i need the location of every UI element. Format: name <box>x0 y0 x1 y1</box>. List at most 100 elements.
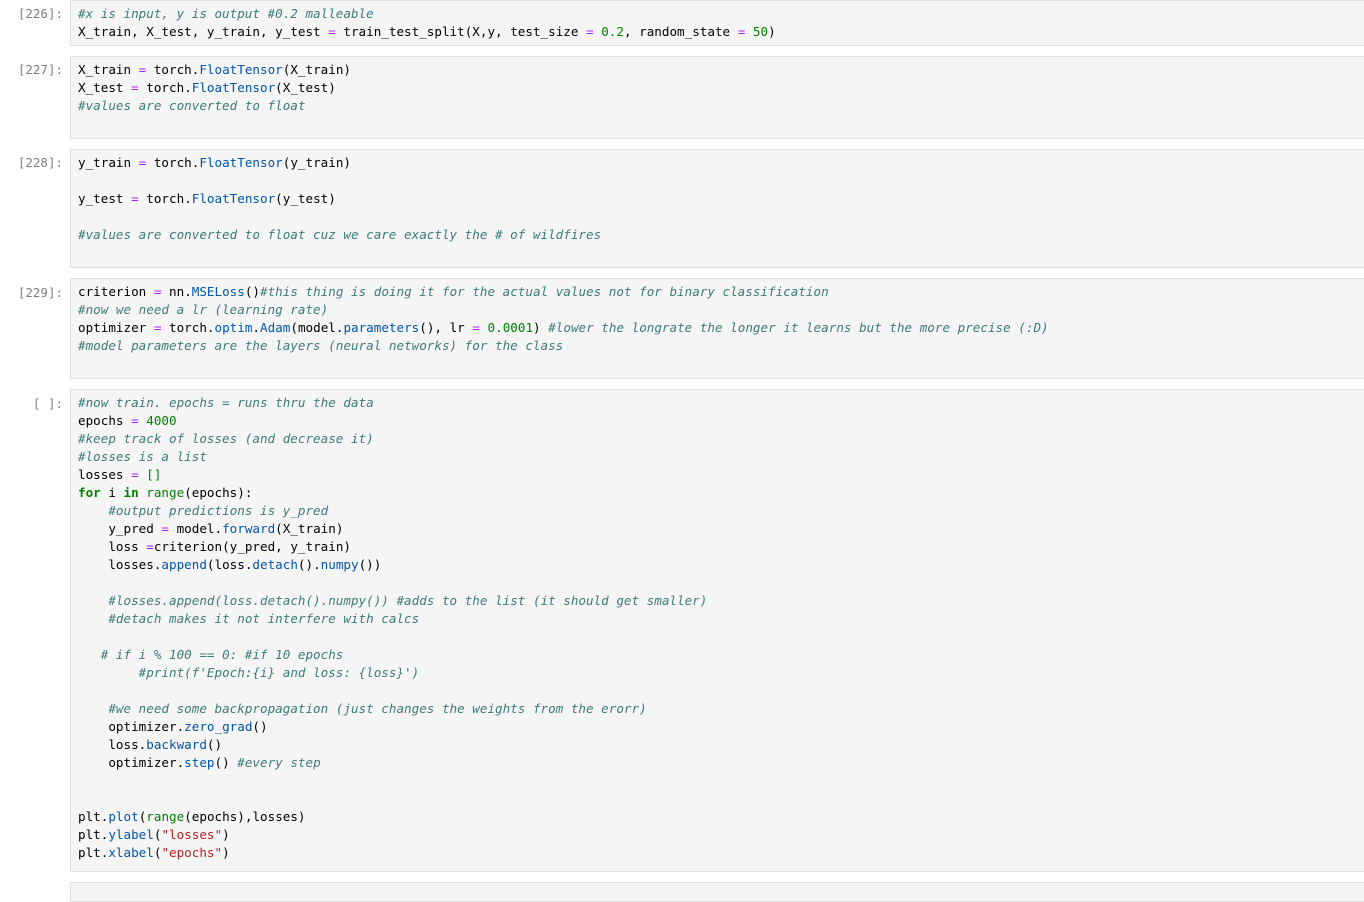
code-line: plt.xlabel("epochs") <box>78 844 707 862</box>
code-token: "epochs" <box>161 845 223 860</box>
code-token: FloatTensor <box>199 155 283 170</box>
cell-prompt: [227]: <box>17 62 63 77</box>
cell-input[interactable] <box>70 882 1364 902</box>
cell-prompt: [229]: <box>17 285 63 300</box>
code-token: y_train <box>78 155 139 170</box>
code-token: #values are converted to float <box>78 98 306 113</box>
code-token: FloatTensor <box>199 62 283 77</box>
code-token: ) <box>222 827 230 842</box>
code-token: #output predictions is y_pred <box>108 503 329 518</box>
code-token: losses <box>78 467 132 482</box>
code-token: = <box>131 191 139 206</box>
code-editor[interactable]: #x is input, y is output #0.2 malleable X… <box>78 5 776 41</box>
code-token: #keep track of losses (and decrease it) <box>78 431 374 446</box>
code-token: () <box>252 719 268 734</box>
code-token: torch. <box>138 191 192 206</box>
code-editor[interactable]: #now train. epochs = runs thru the data e… <box>78 394 707 862</box>
code-token: MSELoss <box>191 284 245 299</box>
code-token: #x is input, y is output #0.2 malleable <box>78 6 374 21</box>
code-cell-226[interactable]: [226]: #x is input, y is output #0.2 mal… <box>0 0 1364 46</box>
code-token: 4000 <box>146 413 177 428</box>
code-token: parameters <box>343 320 420 335</box>
code-token: torch. <box>161 320 215 335</box>
code-token: "losses" <box>161 827 223 842</box>
code-editor[interactable]: criterion = nn.MSELoss()#this thing is d… <box>78 283 1049 355</box>
code-token: #we need some backpropagation (just chan… <box>108 701 647 716</box>
code-token: optimizer <box>78 320 154 335</box>
code-cell-228[interactable]: [228]: y_train = torch.FloatTensor(y_tra… <box>0 149 1364 268</box>
code-token: ylabel <box>108 827 154 842</box>
code-token: torch. <box>146 62 200 77</box>
code-token: FloatTensor <box>191 80 276 95</box>
code-token: = <box>131 413 139 428</box>
code-token: numpy <box>320 557 359 572</box>
cell-input[interactable]: #x is input, y is output #0.2 malleable X… <box>70 0 1364 46</box>
next-cell-edge[interactable] <box>0 882 1364 902</box>
code-editor[interactable]: y_train = torch.FloatTensor(y_train) y_te… <box>78 154 601 244</box>
code-token: criterion(y_pred, y_train) <box>153 539 351 554</box>
code-token: = <box>131 80 139 95</box>
code-token: forward <box>222 521 276 536</box>
code-token: (X_test) <box>275 80 336 95</box>
code-token: append <box>161 557 207 572</box>
code-token: optimizer. <box>78 755 185 770</box>
code-token: (epochs),losses) <box>184 809 306 824</box>
code-token: X_train <box>78 62 139 77</box>
code-token: loss. <box>78 737 147 752</box>
code-token: optimizer. <box>78 719 185 734</box>
code-cell-229[interactable]: [229]: criterion = nn.MSELoss()#this thi… <box>0 278 1364 379</box>
code-token: #every step <box>237 755 321 770</box>
code-token: (X_train) <box>275 521 344 536</box>
code-token: torch. <box>146 155 200 170</box>
code-token: (). <box>297 557 321 572</box>
code-token: ) <box>533 320 549 335</box>
code-line: epochs = 4000 <box>78 412 707 430</box>
code-token: in <box>123 485 139 500</box>
code-token: 50 <box>752 24 769 39</box>
code-line: #keep track of losses (and decrease it) <box>78 430 707 448</box>
code-token: criterion <box>78 284 154 299</box>
code-token: plt. <box>78 845 109 860</box>
cell-input[interactable]: criterion = nn.MSELoss()#this thing is d… <box>70 278 1364 379</box>
code-token: #losses.append(loss.detach().numpy()) #a… <box>108 593 708 608</box>
code-line: optimizer.step() #every step <box>78 754 707 772</box>
code-token: X_train, X_test, y_train, y_test <box>78 24 329 39</box>
code-token: = <box>472 320 480 335</box>
cell-prompt: [226]: <box>17 6 63 21</box>
cell-input[interactable]: #now train. epochs = runs thru the data e… <box>70 389 1364 872</box>
cell-input[interactable]: y_train = torch.FloatTensor(y_train) y_te… <box>70 149 1364 268</box>
code-line: #print(f'Epoch:{i} and loss: {loss}') <box>78 664 707 682</box>
code-token: xlabel <box>108 845 154 860</box>
code-line: #now we need a lr (learning rate) <box>78 301 1049 319</box>
code-line: #values are converted to float <box>78 97 351 115</box>
code-line: losses = [] <box>78 466 707 484</box>
code-token: = <box>131 467 139 482</box>
code-cell-227[interactable]: [227]: X_train = torch.FloatTensor(X_tra… <box>0 56 1364 139</box>
code-token: plt. <box>78 827 109 842</box>
code-token: #losses is a list <box>78 449 207 464</box>
code-editor[interactable]: X_train = torch.FloatTensor(X_train) X_te… <box>78 61 351 115</box>
code-token: #print(f'Epoch:{i} and loss: {loss}') <box>138 665 420 680</box>
code-token: optim <box>214 320 253 335</box>
code-token: FloatTensor <box>191 191 276 206</box>
cell-input[interactable]: X_train = torch.FloatTensor(X_train) X_te… <box>70 56 1364 139</box>
code-line: #now train. epochs = runs thru the data <box>78 394 707 412</box>
code-line: X_test = torch.FloatTensor(X_test) <box>78 79 351 97</box>
code-token: zero_grad <box>184 719 253 734</box>
code-line: X_train = torch.FloatTensor(X_train) <box>78 61 351 79</box>
code-line: optimizer = torch.optim.Adam(model.param… <box>78 319 1049 337</box>
cell-prompt: [228]: <box>17 155 63 170</box>
code-line: loss.backward() <box>78 736 707 754</box>
code-cell-unexecuted[interactable]: [ ]: #now train. epochs = runs thru the … <box>0 389 1364 872</box>
cell-prompt: [ ]: <box>32 396 63 411</box>
code-token: , random_state <box>623 24 738 39</box>
code-token: () <box>206 737 223 752</box>
code-line: criterion = nn.MSELoss()#this thing is d… <box>78 283 1049 301</box>
